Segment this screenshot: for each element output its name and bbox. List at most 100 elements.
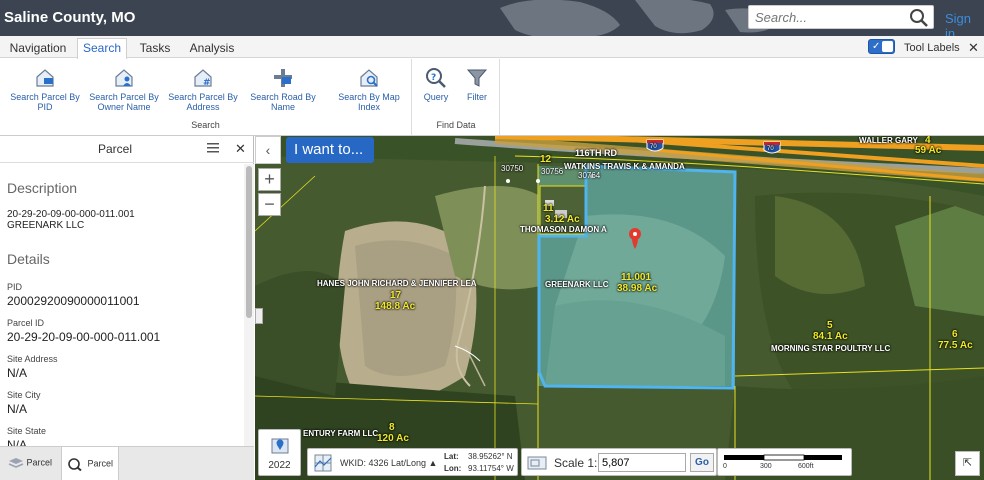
scrollbar-thumb[interactable]: [246, 166, 252, 318]
basemap-pin-icon: [271, 438, 288, 454]
search-results-parcel-tab[interactable]: Parcel: [61, 447, 119, 480]
panel-bottom-tabs: Parcel Parcel: [0, 446, 254, 480]
scale-bar-graphic: [724, 454, 842, 461]
field-value: N/A: [7, 438, 28, 446]
owner-label: ENTURY FARM LLC: [303, 429, 379, 438]
description-heading: Description: [7, 180, 78, 196]
layers-parcel-tab[interactable]: Parcel: [0, 447, 60, 480]
coordinate-grid-icon: [314, 454, 332, 472]
search-road-icon: [274, 69, 292, 87]
parcel-number-label: 6: [952, 329, 958, 340]
search-icon[interactable]: [909, 8, 929, 31]
search-map-index-button[interactable]: Search By Map Index: [332, 67, 406, 112]
description-text: 20-29-20-09-00-000-011.001 GREENARK LLC: [7, 209, 135, 231]
search-map-index-icon: [360, 69, 378, 87]
owner-label: HANES JOHN RICHARD & JENNIFER LEA: [317, 279, 477, 288]
field-value: N/A: [7, 402, 28, 416]
zoom-out-button[interactable]: −: [258, 193, 281, 216]
lat-value: 38.95262° N: [468, 452, 513, 461]
scale-control: Scale 1: Go: [521, 448, 717, 476]
panel-resize-handle[interactable]: [255, 308, 263, 324]
search-parcel-pid-icon: [36, 69, 54, 87]
scale-go-button[interactable]: Go: [690, 453, 714, 472]
toggle-knob: [882, 41, 893, 52]
i-want-to-button[interactable]: I want to...: [286, 137, 374, 163]
acreage-label: 3.12 Ac: [545, 214, 580, 225]
lat-label: Lat:: [444, 452, 459, 461]
address-label: 30750: [501, 164, 524, 173]
collapse-panel-button[interactable]: ‹: [255, 136, 281, 164]
parcel-number-label: 17: [390, 290, 402, 301]
search-parcel-pid-button[interactable]: Search Parcel By PID: [8, 67, 82, 112]
road-label: 116TH RD: [575, 148, 618, 158]
field-label: PID: [7, 282, 23, 292]
close-panel-icon[interactable]: ✕: [235, 141, 246, 157]
query-button[interactable]: ? Query: [420, 67, 452, 102]
field-label: Site State: [7, 426, 47, 436]
global-search[interactable]: [748, 5, 934, 29]
search-input[interactable]: [749, 6, 899, 28]
panel-body: Description 20-29-20-09-00-000-011.001 G…: [0, 164, 244, 446]
scale-icon: [527, 456, 547, 470]
expand-icon: ⇱: [962, 457, 973, 469]
owner-label: WATKINS TRAVIS K & AMANDA: [564, 162, 685, 171]
acreage-label: 59 Ac: [915, 145, 942, 156]
scale-tick: 600ft: [798, 463, 814, 470]
layers-icon: [8, 458, 24, 468]
query-icon: ?: [426, 68, 446, 88]
main-tab-bar: Navigation Search Tasks Analysis ✓ Tool …: [0, 36, 984, 59]
owner-label: MORNING STAR POULTRY LLC: [771, 344, 891, 353]
scale-tick: 0: [723, 463, 727, 470]
search-parcel-owner-icon: [115, 69, 133, 87]
lon-label: Lon:: [444, 464, 462, 473]
scale-input[interactable]: [598, 453, 686, 472]
acreage-label: 77.5 Ac: [938, 340, 973, 351]
acreage-label: 148.8 Ac: [375, 301, 416, 312]
search-group-label: Search: [191, 120, 220, 130]
field-value: 20-29-20-09-00-000-011.001: [7, 330, 161, 344]
scale-tick: 300: [760, 463, 772, 470]
parcel-number-label: 12: [540, 154, 552, 165]
address-label: 30764: [578, 171, 601, 180]
parcel-panel: Parcel ✕ Description 20-29-20-09-00-000-…: [0, 136, 254, 480]
field-value: N/A: [7, 366, 28, 380]
expand-corner-button[interactable]: ⇱: [955, 451, 980, 476]
field-label: Site Address: [7, 354, 58, 364]
owner-label: GREENARK LLC: [545, 280, 609, 289]
panel-scrollbar[interactable]: [244, 164, 254, 446]
find-data-group-label: Find Data: [436, 120, 476, 130]
coordinate-display[interactable]: WKID: 4326 Lat/Long ▲ Lat: 38.95262° N L…: [307, 448, 518, 476]
map-view[interactable]: 116TH RD 70 70 WALLER GARY 4 59 Ac WATKI…: [255, 136, 984, 480]
sign-in-link[interactable]: Sign in: [945, 11, 984, 36]
zoom-in-button[interactable]: +: [258, 168, 281, 191]
search-parcel-owner-button[interactable]: Search Parcel By Owner Name: [87, 67, 161, 112]
panel-header: Parcel ✕: [0, 136, 254, 163]
panel-title: Parcel: [97, 142, 132, 156]
tab-analysis[interactable]: Analysis: [186, 39, 238, 58]
tab-navigation[interactable]: Navigation: [6, 39, 70, 58]
app-header: Saline County, MO Sign in: [0, 0, 984, 36]
imagery-year-button[interactable]: 2022: [258, 429, 301, 476]
acreage-label: 84.1 Ac: [813, 331, 848, 342]
chevron-left-icon: ‹: [265, 142, 271, 158]
tab-tasks[interactable]: Tasks: [134, 39, 176, 58]
wkid-selector[interactable]: WKID: 4326 Lat/Long ▲: [340, 458, 437, 468]
parcel-number-label: 5: [827, 320, 833, 331]
search-parcel-address-icon: #: [194, 69, 212, 88]
svg-text:?: ?: [431, 73, 436, 83]
parcel-number-label: 11: [543, 203, 554, 214]
search-road-button[interactable]: Search Road By Name: [246, 67, 320, 112]
interstate-label: 70: [650, 144, 657, 150]
county-title: Saline County, MO: [4, 9, 136, 26]
interstate-label: 70: [767, 146, 774, 152]
checkmark-icon: ✓: [872, 41, 881, 52]
tool-labels-toggle[interactable]: ✓: [868, 39, 895, 54]
search-parcel-address-button[interactable]: # Search Parcel By Address: [166, 67, 240, 112]
hamburger-menu-icon[interactable]: [207, 143, 219, 156]
details-heading: Details: [7, 251, 50, 267]
field-value: 20002920090000011001: [7, 294, 140, 308]
lon-value: 93.11754° W: [468, 464, 514, 473]
filter-button[interactable]: Filter: [461, 67, 493, 102]
tab-search[interactable]: Search: [77, 38, 127, 59]
close-icon[interactable]: ✕: [968, 40, 979, 56]
